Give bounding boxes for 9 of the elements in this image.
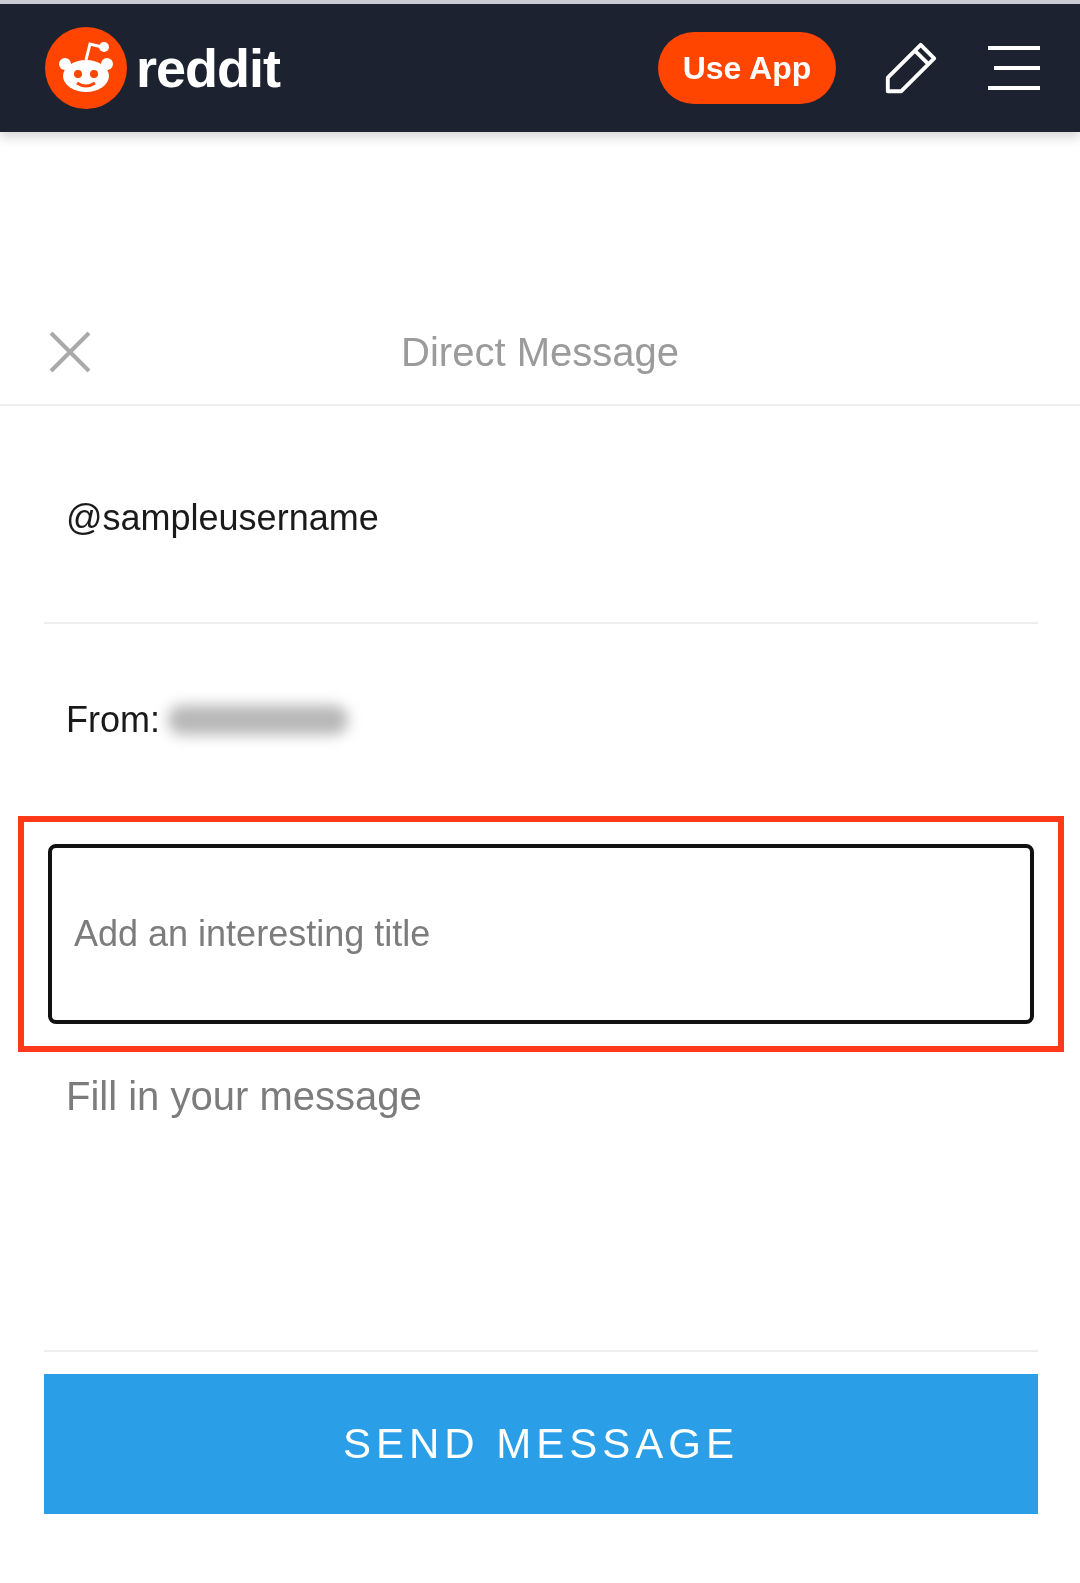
from-label: From: xyxy=(66,699,160,741)
title-input-field[interactable]: Add an interesting title xyxy=(48,844,1034,1024)
recipient-username: @sampleusername xyxy=(66,497,379,539)
logo-wordmark[interactable]: reddit xyxy=(136,37,280,99)
alien-logo-icon xyxy=(44,26,128,110)
use-app-button[interactable]: Use App xyxy=(658,32,836,104)
menu-icon[interactable] xyxy=(986,45,1042,91)
send-message-button[interactable]: SEND MESSAGE xyxy=(44,1374,1038,1514)
dialog-title: Direct Message xyxy=(401,329,679,376)
